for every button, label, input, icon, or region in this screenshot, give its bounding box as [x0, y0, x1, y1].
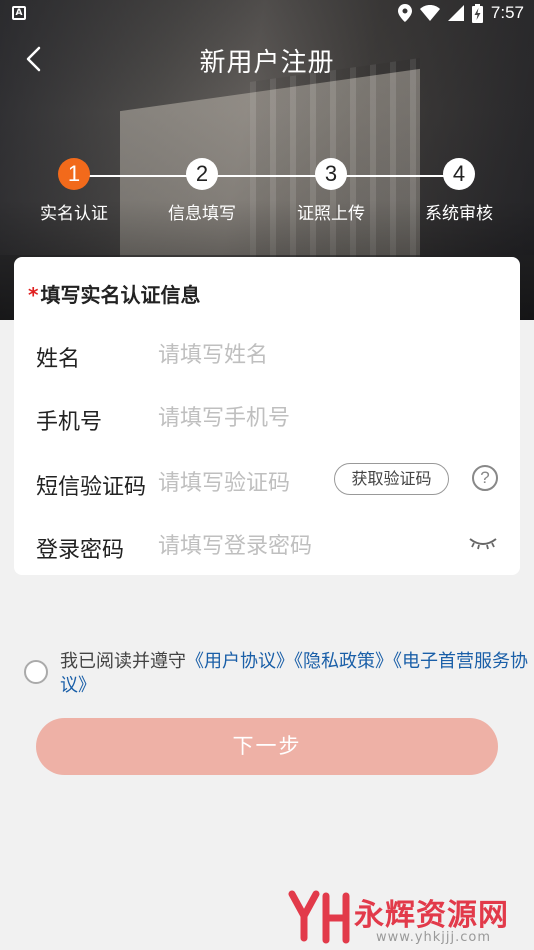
phone-row: 手机号	[36, 398, 506, 438]
name-row: 姓名	[36, 335, 506, 375]
name-input[interactable]	[158, 339, 338, 371]
privacy-policy-link[interactable]: 《隐私政策》	[294, 651, 393, 672]
status-bar: A 7:57	[0, 0, 534, 28]
agreement-prefix: 我已阅读并遵守	[60, 651, 186, 672]
step-2-label: 信息填写	[168, 204, 236, 224]
battery-charging-icon	[471, 3, 483, 23]
register-screen: A 7:57 新用户注册 1 实名认证 2 信息填写 3 证照上传 4 系统审核…	[0, 0, 534, 950]
password-row: 登录密码	[36, 526, 506, 566]
location-icon	[397, 4, 412, 22]
agreement-checkbox[interactable]	[24, 660, 48, 684]
watermark-logo-icon	[288, 890, 350, 944]
question-circle-icon[interactable]: ?	[472, 465, 498, 491]
step-2-number: 2	[186, 158, 218, 190]
agreement-text: 我已阅读并遵守《用户协议》《隐私政策》《电子首营服务协议》	[60, 650, 530, 698]
watermark-text: 永辉资源网	[354, 898, 509, 933]
step-3: 3 证照上传	[271, 158, 391, 224]
user-agreement-link[interactable]: 《用户协议》	[186, 651, 294, 672]
signal-icon	[447, 5, 464, 21]
page-title: 新用户注册	[199, 48, 335, 78]
sms-code-row: 短信验证码 获取验证码 ?	[36, 463, 506, 503]
step-4-label: 系统审核	[425, 204, 493, 224]
registration-stepper: 1 实名认证 2 信息填写 3 证照上传 4 系统审核	[0, 158, 534, 228]
real-name-form-card: *填写实名认证信息 姓名 手机号 短信验证码 获取验证码 ? 登录密码	[14, 257, 520, 575]
required-mark: *	[28, 283, 39, 307]
step-1-number: 1	[58, 158, 90, 190]
step-3-number: 3	[315, 158, 347, 190]
phone-input[interactable]	[158, 402, 338, 434]
step-3-label: 证照上传	[297, 204, 365, 224]
wifi-icon	[419, 5, 440, 21]
notification-app-icon: A	[12, 6, 26, 20]
get-code-button[interactable]: 获取验证码	[334, 463, 449, 495]
eye-closed-icon[interactable]	[468, 534, 498, 554]
password-label: 登录密码	[36, 538, 125, 563]
name-label: 姓名	[36, 347, 81, 372]
sms-code-input[interactable]	[158, 467, 328, 499]
step-4: 4 系统审核	[399, 158, 519, 224]
step-1: 1 实名认证	[14, 158, 134, 224]
password-input[interactable]	[158, 530, 378, 562]
phone-label: 手机号	[36, 410, 103, 435]
status-time: 7:57	[490, 3, 524, 22]
step-1-label: 实名认证	[40, 204, 108, 224]
step-2: 2 信息填写	[142, 158, 262, 224]
site-watermark: 永辉资源网 www.yhkjjj.com	[288, 888, 528, 948]
watermark-url: www.yhkjjj.com	[376, 930, 492, 945]
form-title: * 填写实名认证信息	[28, 279, 200, 308]
step-4-number: 4	[443, 158, 475, 190]
sms-code-label: 短信验证码	[36, 475, 147, 500]
next-step-button[interactable]: 下一步	[36, 718, 498, 775]
form-title-text: 填写实名认证信息	[40, 283, 201, 307]
